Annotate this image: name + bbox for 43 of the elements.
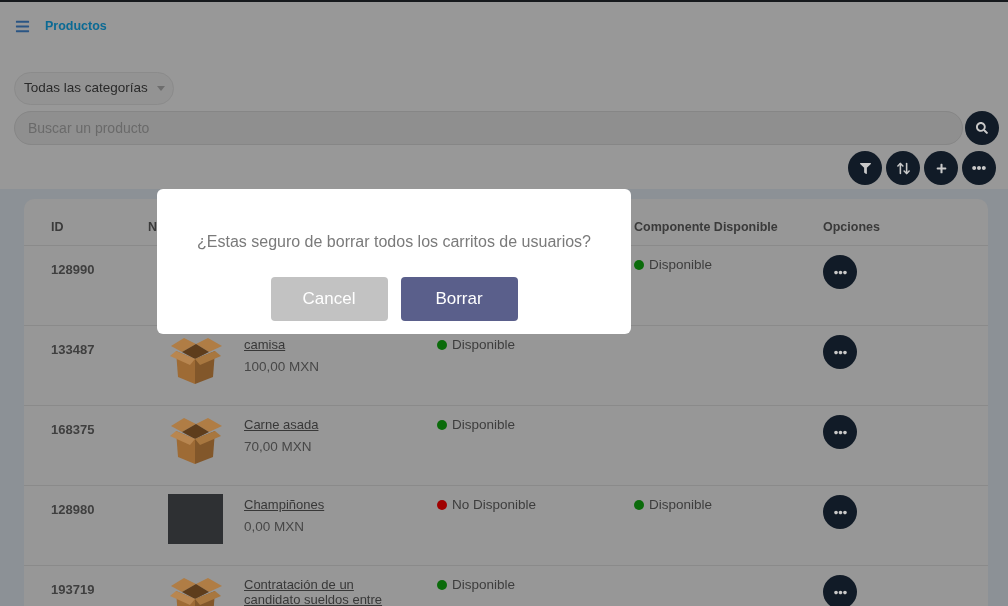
row-options-button[interactable]: [823, 575, 857, 606]
photo-placeholder: [168, 494, 223, 544]
sort-button[interactable]: [886, 151, 920, 185]
plus-icon: [935, 162, 947, 174]
product-id: 128980: [51, 502, 95, 517]
product-price: 70,00 MXN: [244, 439, 312, 455]
dialog-message: ¿Estas seguro de borrar todos los carritos de usuarios?: [197, 232, 591, 252]
delete-button[interactable]: Borrar: [400, 277, 518, 321]
product-name-link[interactable]: Champiñones: [244, 497, 325, 512]
product-id: 128990: [51, 262, 95, 277]
page-title: Productos: [45, 17, 107, 35]
product-name-link[interactable]: Contratación de un candidato sueldos entre: [244, 577, 404, 606]
product-id: 193719: [51, 582, 95, 597]
filter-button[interactable]: [848, 151, 882, 185]
product-price: 100,00 MXN: [244, 359, 320, 375]
row-options-button[interactable]: [823, 255, 857, 289]
caret-down-icon: [157, 86, 165, 91]
add-button[interactable]: [924, 151, 958, 185]
filter-icon: [859, 162, 871, 174]
product-id: 133487: [51, 342, 95, 357]
menu-icon[interactable]: [14, 18, 31, 34]
row-options-button[interactable]: [823, 335, 857, 369]
availability-label: No Disponible: [452, 497, 537, 513]
product-name-link[interactable]: Carne asada: [244, 417, 319, 432]
availability-label: Disponible: [452, 337, 516, 353]
column-header: ID: [51, 220, 64, 234]
more-options-button[interactable]: [962, 151, 996, 185]
product-name-link[interactable]: camisa: [244, 337, 286, 352]
product-price: 0,00 MXN: [244, 519, 305, 535]
product-id: 168375: [51, 422, 95, 437]
column-header: Componente Disponible: [634, 220, 778, 234]
row-options-button[interactable]: [823, 495, 857, 529]
column-header: Opciones: [823, 220, 880, 235]
column-header: N: [148, 220, 158, 234]
component-availability-label: Disponible: [649, 497, 713, 513]
component-availability-label: Disponible: [649, 257, 713, 273]
category-select[interactable]: Todas las categorías: [14, 72, 174, 105]
search-button[interactable]: [965, 111, 999, 145]
row-options-button[interactable]: [823, 415, 857, 449]
search-icon: [976, 122, 988, 134]
up-down-arrows-icon: [895, 160, 911, 176]
availability-label: Disponible: [452, 577, 516, 593]
availability-label: Disponible: [452, 417, 516, 433]
